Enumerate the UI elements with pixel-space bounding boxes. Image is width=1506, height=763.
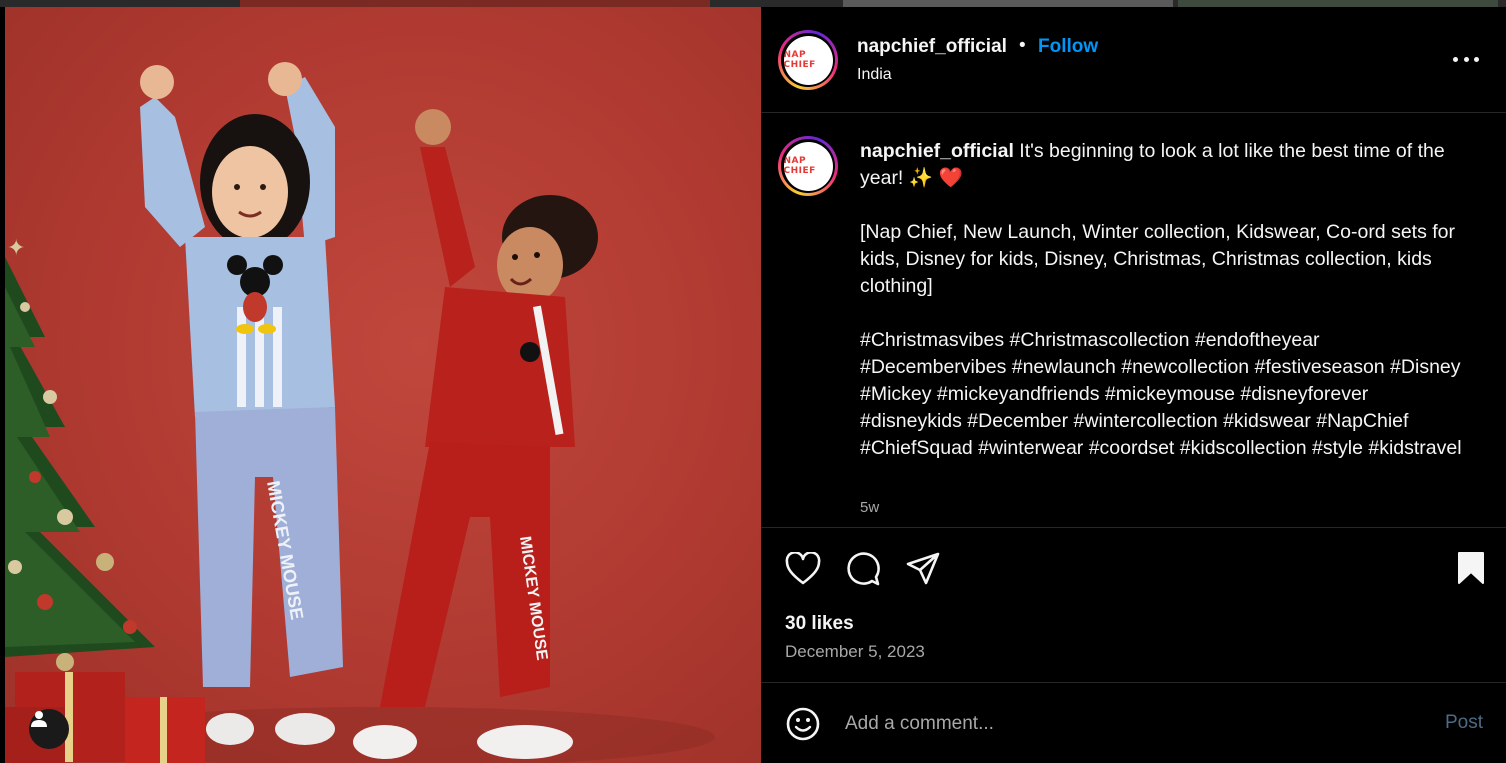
post-actions: 30 likes December 5, 2023	[761, 529, 1506, 683]
comment-icon[interactable]	[845, 551, 881, 587]
post-location[interactable]: India	[857, 66, 892, 84]
caption-hashtags[interactable]: #Christmasvibes #Christmascollection #en…	[860, 327, 1470, 462]
post-photo-illustration: ✦ MICKEY MOUSE MICKEY MOUSE	[5, 62, 715, 763]
user-tag-icon	[31, 711, 47, 727]
user-tag-button[interactable]	[29, 709, 69, 749]
more-options-icon[interactable]	[1453, 54, 1479, 64]
caption-tags-line: [Nap Chief, New Launch, Winter collectio…	[860, 221, 1456, 297]
caption-username[interactable]: napchief_official	[860, 140, 1014, 162]
post-details-panel: NAP CHIEF napchief_official • Follow Ind…	[761, 7, 1506, 763]
post-date[interactable]: December 5, 2023	[785, 642, 925, 662]
avatar-logo-text: NAP CHIEF	[783, 50, 816, 70]
svg-text:✦: ✦	[7, 235, 25, 260]
background-feed-strip	[0, 0, 1506, 7]
likes-count[interactable]: 30 likes	[785, 613, 854, 635]
caption-time[interactable]: 5w	[860, 499, 879, 516]
comment-bar: Post	[761, 684, 1506, 763]
follow-button[interactable]: Follow	[1038, 36, 1098, 58]
boy-figure: MICKEY MOUSE	[353, 109, 598, 759]
post-header: NAP CHIEF napchief_official • Follow Ind…	[761, 7, 1506, 113]
heart-icon[interactable]	[785, 552, 821, 586]
separator-dot: •	[1019, 35, 1026, 56]
bookmark-icon[interactable]	[1456, 551, 1486, 585]
caption-author-avatar[interactable]: NAP CHIEF	[778, 136, 838, 196]
girl-figure: MICKEY MOUSE	[140, 62, 343, 745]
caption-avatar-logo-text: NAP CHIEF	[783, 156, 816, 176]
comment-input[interactable]	[845, 710, 1405, 738]
caption-area: NAP CHIEF napchief_official It's beginni…	[761, 114, 1506, 528]
author-avatar[interactable]: NAP CHIEF	[778, 30, 838, 90]
christmas-tree: ✦	[5, 235, 155, 671]
post-image[interactable]: ✦ MICKEY MOUSE MICKEY MOUSE	[5, 7, 761, 763]
share-icon[interactable]	[905, 551, 941, 587]
emoji-icon[interactable]	[785, 706, 821, 742]
caption-text: napchief_official It's beginning to look…	[860, 138, 1470, 489]
post-comment-button[interactable]: Post	[1445, 712, 1483, 734]
author-username[interactable]: napchief_official	[857, 36, 1007, 58]
